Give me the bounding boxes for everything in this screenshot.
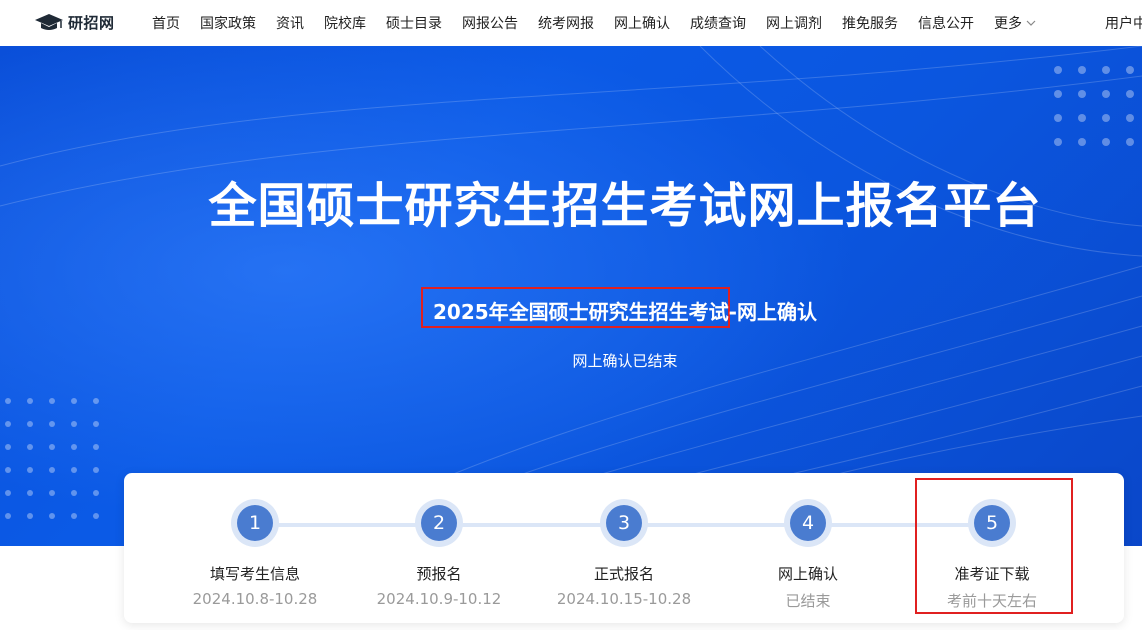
- step-2-name: 预报名: [416, 565, 462, 583]
- hero-subtitle-part1: 2025年全国硕士研究生招生考试: [433, 300, 729, 324]
- chevron-down-icon: [1026, 20, 1036, 26]
- step-1: 1 填写考生信息 2024.10.8-10.28: [170, 499, 340, 608]
- step-4-name: 网上确认: [777, 565, 838, 583]
- step-4: 4 网上确认 已结束: [723, 499, 893, 611]
- nav-item-adjustment[interactable]: 网上调剂: [766, 13, 822, 33]
- step-1-date: 2024.10.8-10.28: [192, 590, 318, 608]
- step-3: 3 正式报名 2024.10.15-10.28: [539, 499, 709, 608]
- nav-item-disclosure[interactable]: 信息公开: [918, 13, 974, 33]
- nav-item-registration[interactable]: 统考网报: [538, 13, 594, 33]
- step-1-name: 填写考生信息: [209, 565, 300, 583]
- step-4-number: 4: [790, 505, 826, 541]
- step-2-number: 2: [421, 505, 457, 541]
- step-1-number: 1: [237, 505, 273, 541]
- step-3-number: 3: [606, 505, 642, 541]
- step-2-circle: 2: [415, 499, 463, 547]
- nav-item-confirmation[interactable]: 网上确认: [614, 13, 670, 33]
- nav-item-schools[interactable]: 院校库: [324, 13, 366, 33]
- logo-text: 研招网: [68, 13, 115, 32]
- step-4-date: 已结束: [785, 592, 831, 610]
- page-title: 全国硕士研究生招生考试网上报名平台: [208, 178, 1042, 234]
- nav-item-catalog[interactable]: 硕士目录: [386, 13, 442, 33]
- graduation-cap-icon: [35, 14, 63, 30]
- step-2-date: 2024.10.9-10.12: [376, 590, 502, 608]
- nav-item-news[interactable]: 资讯: [276, 13, 304, 33]
- nav-more-label: 更多: [994, 16, 1022, 32]
- top-navigation-bar: 研招网 首页 国家政策 资讯 院校库 硕士目录 网报公告 统考网报 网上确认 成…: [0, 0, 1142, 46]
- confirmation-status: 网上确认已结束: [572, 352, 678, 370]
- step-2: 2 预报名 2024.10.9-10.12: [354, 499, 524, 608]
- step-3-name: 正式报名: [593, 565, 654, 583]
- hero-subtitle-part2: -网上确认: [728, 300, 817, 324]
- nav-item-scores[interactable]: 成绩查询: [690, 13, 746, 33]
- site-logo[interactable]: 研招网: [34, 10, 115, 34]
- hero-subtitle: 2025年全国硕士研究生招生考试-网上确认: [433, 296, 817, 325]
- highlight-box-step-5: [915, 478, 1073, 614]
- hero-banner: 全国硕士研究生招生考试网上报名平台 2025年全国硕士研究生招生考试-网上确认 …: [0, 46, 1142, 546]
- step-1-circle: 1: [231, 499, 279, 547]
- nav-item-home[interactable]: 首页: [152, 13, 180, 33]
- nav-item-announcements[interactable]: 网报公告: [462, 13, 518, 33]
- nav-item-recommendation[interactable]: 推免服务: [842, 13, 898, 33]
- step-3-circle: 3: [600, 499, 648, 547]
- user-center-link[interactable]: 用户中: [1105, 13, 1142, 33]
- nav-item-policy[interactable]: 国家政策: [200, 13, 256, 33]
- main-nav: 首页 国家政策 资讯 院校库 硕士目录 网报公告 统考网报 网上确认 成绩查询 …: [152, 0, 1056, 46]
- step-4-circle: 4: [784, 499, 832, 547]
- process-steps-card: 1 填写考生信息 2024.10.8-10.28 2 预报名 2024.10.9…: [124, 473, 1124, 623]
- step-3-date: 2024.10.15-10.28: [556, 590, 692, 608]
- nav-more-menu[interactable]: 更多: [994, 13, 1036, 33]
